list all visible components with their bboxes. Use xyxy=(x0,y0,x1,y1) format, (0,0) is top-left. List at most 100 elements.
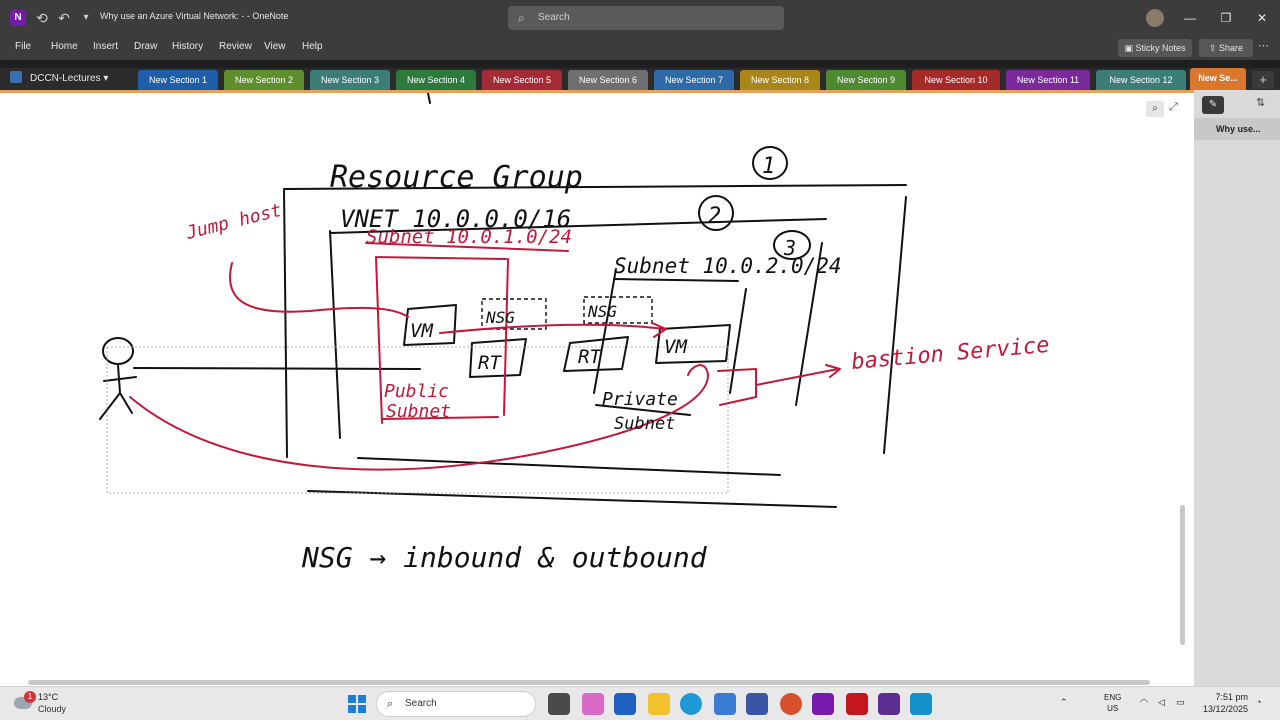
resource-group-right-line xyxy=(883,196,907,454)
undo-icon[interactable]: ↶ xyxy=(54,8,74,28)
ribbon-menu-bar: File Home Insert Draw History Review Vie… xyxy=(0,36,1280,60)
account-avatar[interactable] xyxy=(1146,9,1164,27)
sticky-notes-label: Sticky Notes xyxy=(1135,43,1186,53)
ink-subnet2: Subnet 10.0.2.0/24 xyxy=(614,254,842,278)
taskbar-search[interactable]: ⌕ Search xyxy=(376,691,536,717)
add-section-button[interactable]: + xyxy=(1252,71,1274,89)
share-label: Share xyxy=(1219,43,1244,53)
section-tab-5[interactable]: New Section 5 xyxy=(482,70,562,90)
section-tab-1[interactable]: New Section 1 xyxy=(138,70,218,90)
section-tab-9[interactable]: New Section 9 xyxy=(826,70,906,90)
section-tab-7[interactable]: New Section 7 xyxy=(654,70,734,90)
menu-insert[interactable]: Insert xyxy=(93,41,118,52)
battery-icon[interactable]: ▭ xyxy=(1176,697,1185,708)
menu-draw[interactable]: Draw xyxy=(134,41,157,52)
search-placeholder: Search xyxy=(538,12,570,23)
menu-view[interactable]: View xyxy=(264,41,286,52)
weather-temp: 13°C xyxy=(38,692,59,702)
powershell-icon[interactable] xyxy=(746,693,768,715)
wifi-icon[interactable]: ◠ xyxy=(1140,697,1148,708)
section-tab-10[interactable]: New Section 10 xyxy=(912,70,1000,90)
section-tabs-bar: DCCN-Lectures ▾ New Section 1 New Section… xyxy=(0,68,1280,90)
expand-icon[interactable]: ⤢ xyxy=(1169,101,1178,114)
ink-num-2: 2 xyxy=(708,204,721,229)
page-canvas[interactable]: Resource Group 1 VNET 10.0.0.0/16 2 3 Su… xyxy=(0,90,1194,686)
file-explorer-icon[interactable] xyxy=(648,693,670,715)
ink-private-1: Private xyxy=(602,389,678,410)
share-button[interactable]: ⇪ Share xyxy=(1199,39,1253,57)
menu-review[interactable]: Review xyxy=(219,41,252,52)
title-bar: N ⟲ ↶ ▾ Why use an Azure Virtual Network… xyxy=(0,0,1280,36)
vertical-scrollbar[interactable] xyxy=(1180,505,1185,645)
user-line xyxy=(133,367,421,370)
system-clock[interactable]: 7:51 pm 13/12/2025 xyxy=(1198,691,1248,715)
user-body xyxy=(99,364,137,420)
clock-date: 13/12/2025 xyxy=(1202,704,1248,714)
title-search-box[interactable]: ⌕ Search xyxy=(508,6,784,30)
section-tab-11[interactable]: New Section 11 xyxy=(1006,70,1090,90)
ink-private-2: Subnet xyxy=(614,414,675,434)
section-tab-12[interactable]: New Section 12 xyxy=(1096,70,1186,90)
menu-help[interactable]: Help xyxy=(302,41,323,52)
section-tab-2[interactable]: New Section 2 xyxy=(224,70,304,90)
canvas-bottom-line xyxy=(307,490,837,508)
acrobat-icon[interactable] xyxy=(846,693,868,715)
store-icon[interactable] xyxy=(614,693,636,715)
menu-history[interactable]: History xyxy=(172,41,203,52)
add-page-icon[interactable]: ✎ xyxy=(1202,96,1224,114)
notebook-name: DCCN-Lectures xyxy=(30,73,101,84)
jump-host-arrow xyxy=(229,262,409,318)
resource-group-bottom-line xyxy=(357,457,781,476)
chevron-down-icon: ▾ xyxy=(100,73,109,84)
notepad-icon[interactable] xyxy=(714,693,736,715)
ink-jump-host: Jump host xyxy=(183,200,284,244)
ink-vm1: VM xyxy=(410,320,433,342)
section-tab-3[interactable]: New Section 3 xyxy=(310,70,390,90)
weather-condition: Cloudy xyxy=(38,704,67,714)
ribbon-options-icon[interactable]: ⋯ xyxy=(1258,39,1269,52)
task-view-icon[interactable] xyxy=(548,693,570,715)
search-page-icon[interactable]: ⌕ xyxy=(1146,101,1164,117)
notification-bell-icon[interactable]: ◔ xyxy=(1256,697,1261,707)
minimize-icon[interactable]: — xyxy=(1178,8,1202,28)
sticky-notes-icon: ▣ xyxy=(1124,43,1136,53)
weather-widget[interactable]: 1 13°C Cloudy xyxy=(14,691,94,717)
notebook-icon xyxy=(10,71,22,83)
subnet2-right-line xyxy=(729,288,747,394)
taskbar: 1 13°C Cloudy ⌕ Search ⌃ ENG US ◠ ◁ ▭ 7:5… xyxy=(0,686,1280,720)
search-icon: ⌕ xyxy=(518,11,525,25)
section-tab-13[interactable]: New Se... xyxy=(1190,68,1246,90)
page-item-current[interactable]: Why use... xyxy=(1194,118,1280,140)
back-icon[interactable]: ⟲ xyxy=(32,8,52,28)
sticky-notes-button[interactable]: ▣ Sticky Notes xyxy=(1118,39,1192,57)
menu-home[interactable]: Home xyxy=(51,41,78,52)
subnet2-top-line xyxy=(613,278,739,282)
section-tab-8[interactable]: New Section 8 xyxy=(740,70,820,90)
taskbar-search-label: Search xyxy=(405,698,437,709)
tray-chevron-icon[interactable]: ⌃ xyxy=(1060,697,1068,708)
volume-icon[interactable]: ◁ xyxy=(1158,697,1165,708)
menu-file[interactable]: File xyxy=(15,41,31,52)
lang-line-2: US xyxy=(1107,704,1119,713)
ink-nsg2: NSG xyxy=(587,302,617,321)
restore-icon[interactable]: ❐ xyxy=(1214,8,1238,28)
copilot-icon[interactable] xyxy=(582,693,604,715)
onenote-taskbar-icon[interactable] xyxy=(812,693,834,715)
language-indicator[interactable]: ENG US xyxy=(1104,692,1121,714)
notebook-selector[interactable]: DCCN-Lectures ▾ xyxy=(10,71,108,84)
sandbox-icon[interactable] xyxy=(910,693,932,715)
ink-public-2: Subnet xyxy=(386,401,451,422)
customize-icon[interactable]: ▾ xyxy=(76,8,96,28)
document-title: Why use an Azure Virtual Network: - - On… xyxy=(100,11,289,21)
close-icon[interactable]: ✕ xyxy=(1250,8,1274,28)
windows-start-icon[interactable] xyxy=(348,695,366,713)
office-icon[interactable] xyxy=(780,693,802,715)
search-icon: ⌕ xyxy=(387,698,394,710)
edge-icon[interactable] xyxy=(680,693,702,715)
sort-pages-icon[interactable]: ⇅ xyxy=(1256,96,1265,109)
section-tab-6[interactable]: New Section 6 xyxy=(568,70,648,90)
horizontal-scrollbar[interactable] xyxy=(28,680,1150,685)
ink-bastion: bastion Service xyxy=(850,333,1050,375)
clipchamp-icon[interactable] xyxy=(878,693,900,715)
section-tab-4[interactable]: New Section 4 xyxy=(396,70,476,90)
